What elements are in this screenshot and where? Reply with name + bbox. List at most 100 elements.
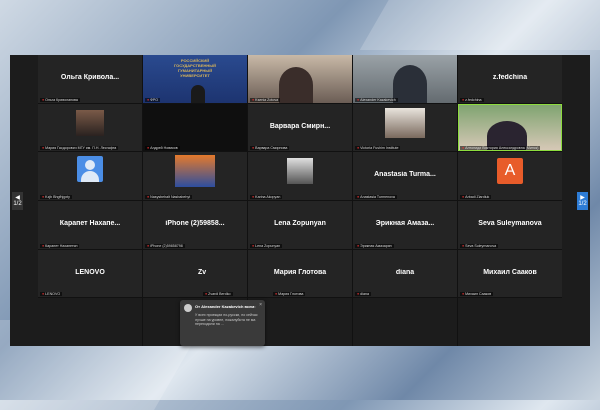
- participant-tile[interactable]: Карапет Нахапе... ●Карапет Нахапетян: [38, 201, 142, 249]
- participant-name: diana: [395, 268, 415, 276]
- mic-muted-icon: ●: [357, 195, 360, 199]
- participant-tile[interactable]: Варвара Смирн... ●Варвара Смирнова: [248, 103, 352, 152]
- mic-muted-icon: ●: [357, 292, 360, 297]
- mic-muted-icon: ●: [462, 97, 465, 102]
- video-feed: [143, 103, 247, 152]
- participant-label: ●Arbadi Ziardiuk: [460, 195, 492, 199]
- mic-muted-icon: ●: [252, 97, 255, 102]
- active-speaker-border: [458, 103, 562, 152]
- participant-tile[interactable]: Anastasia Turma... ●Anastasia Turmenova: [353, 152, 457, 200]
- participant-tile[interactable]: Ольга Кривола... ●Ольга Криволапова: [38, 55, 142, 103]
- mic-muted-icon: ●: [42, 97, 45, 102]
- previous-page-button[interactable]: ◀ 1/2: [12, 192, 23, 210]
- participant-tile[interactable]: Эрикная Амаза... ●Эрикная Амазарян: [353, 201, 457, 249]
- chat-notification[interactable]: От Alexander Kazakevich всем: У всех про…: [180, 300, 265, 346]
- participant-name: Seva Suleymanova: [478, 220, 542, 228]
- mic-muted-icon: ●: [147, 195, 150, 199]
- mic-muted-icon: ●: [42, 292, 45, 297]
- participant-name: Anastasia Turma...: [374, 171, 436, 179]
- participant-label: ●Victoria Fushim Institute: [355, 146, 401, 151]
- participant-label: ●Seva Suleymanova: [460, 243, 499, 248]
- mic-muted-icon: ●: [462, 292, 465, 297]
- person-silhouette: [279, 66, 314, 103]
- participant-tile[interactable]: ●Alexander Kazakevich: [353, 55, 457, 103]
- video-feed: [353, 55, 457, 103]
- participant-label: ●Alexander Kazakevich: [355, 97, 398, 102]
- participant-tile[interactable]: ●Антониди Виктория Александровна (Минск): [458, 103, 562, 152]
- default-avatar-icon: [77, 156, 103, 182]
- participant-tile[interactable]: ●Ksenia Zotova: [248, 55, 352, 103]
- participant-name: z.fedchina: [492, 74, 528, 82]
- participant-tile[interactable]: Zv ●Zvardi Berdko: [143, 249, 247, 298]
- mic-muted-icon: ●: [357, 243, 360, 248]
- participant-label: ●Karina Akopyan: [250, 195, 283, 199]
- participant-name: Михаил Сааков: [483, 268, 537, 276]
- empty-tile: [38, 298, 142, 346]
- participant-label: ●Kzjb Bhgfhjgxty: [40, 195, 72, 199]
- participant-label: ●iPhone (2)59858798: [145, 243, 185, 248]
- mic-muted-icon: ●: [42, 146, 45, 151]
- participant-label: ●Мария Глотова: [273, 292, 306, 297]
- gallery-grid: Ольга Кривола... ●Ольга Криволапова РОСС…: [38, 55, 562, 346]
- participant-label: ●Zvardi Berdko: [203, 292, 233, 297]
- participant-tile[interactable]: A ●Arbadi Ziardiuk: [458, 152, 562, 200]
- participant-label: ●Михаил Сааков: [460, 292, 494, 297]
- participant-tile[interactable]: ●Kzjb Bhgfhjgxty: [38, 152, 142, 200]
- participant-tile[interactable]: ●Nasysbehalt Nasbabehyt: [143, 152, 247, 200]
- mic-muted-icon: ●: [147, 243, 150, 248]
- participant-tile[interactable]: ●Karina Akopyan: [248, 152, 352, 200]
- participant-label: ●LENOVO: [40, 292, 63, 297]
- participant-label: ●Anastasia Turmenova: [355, 195, 397, 199]
- participant-label: ●ФРО: [145, 97, 161, 102]
- participant-label: ●Ksenia Zotova: [250, 97, 281, 102]
- participant-label: ●Варвара Смирнова: [250, 146, 290, 151]
- letter-avatar: A: [497, 158, 523, 185]
- participant-name: Карапет Нахапе...: [59, 220, 121, 228]
- empty-tile: [353, 298, 457, 346]
- participant-label: ●Андрей Новиков: [145, 146, 180, 151]
- participant-tile[interactable]: diana ●diana: [353, 249, 457, 298]
- close-icon[interactable]: ×: [259, 302, 262, 308]
- participant-tile[interactable]: z.fedchina ●z.fedchina: [458, 55, 562, 103]
- participant-tile[interactable]: Lena Zopunyan ●Lena Zopunyan: [248, 201, 352, 249]
- mic-muted-icon: ●: [252, 195, 255, 199]
- mic-muted-icon: ●: [252, 243, 255, 248]
- mic-muted-icon: ●: [42, 243, 45, 248]
- participant-name: Эрикная Амаза...: [375, 220, 435, 228]
- participant-tile[interactable]: Seva Suleymanova ●Seva Suleymanova: [458, 201, 562, 249]
- mic-muted-icon: ●: [462, 195, 465, 199]
- chat-notification-title: От Alexander Kazakevich всем:: [195, 304, 256, 309]
- profile-photo: [76, 109, 104, 136]
- participant-name: iPhone (2)59858...: [165, 220, 225, 228]
- mic-muted-icon: ●: [357, 97, 360, 102]
- participant-label: ●Карапет Нахапетян: [40, 243, 80, 248]
- mic-muted-icon: ●: [462, 146, 465, 151]
- mic-muted-icon: ●: [357, 146, 360, 151]
- participant-label: ●diana: [355, 292, 371, 297]
- profile-photo: [287, 158, 313, 185]
- speaker-silhouette: [190, 84, 205, 103]
- participant-name: Ольга Кривола...: [60, 74, 120, 82]
- participant-tile[interactable]: Михаил Сааков ●Михаил Сааков: [458, 249, 562, 298]
- participant-tile[interactable]: ●Мария Гасдорович МГУ им. П.Н. Лесгафта: [38, 103, 142, 152]
- mic-muted-icon: ●: [275, 292, 278, 297]
- video-feed: РОССИЙСКИЙ ГОСУДАРСТВЕННЫЙ ГУМАНИТАРНЫЙ …: [143, 55, 247, 103]
- participant-label: ●Ольга Криволапова: [40, 97, 80, 102]
- profile-photo: [385, 107, 425, 138]
- next-page-button[interactable]: ▶ 1/2: [577, 192, 588, 210]
- participant-name: Zv: [198, 268, 207, 276]
- participant-tile[interactable]: РОССИЙСКИЙ ГОСУДАРСТВЕННЫЙ ГУМАНИТАРНЫЙ …: [143, 55, 247, 103]
- mic-muted-icon: ●: [42, 195, 45, 199]
- participant-tile[interactable]: Мария Глотова ●Мария Глотова: [248, 249, 352, 298]
- participant-tile[interactable]: iPhone (2)59858... ●iPhone (2)59858798: [143, 201, 247, 249]
- participant-label: ●Эрикная Амазарян: [355, 243, 394, 248]
- participant-tile[interactable]: LENOVO ●LENOVO: [38, 249, 142, 298]
- participant-tile[interactable]: ●Victoria Fushim Institute: [353, 103, 457, 152]
- profile-photo: [175, 155, 215, 188]
- participant-name: LENOVO: [75, 268, 105, 276]
- participant-tile[interactable]: ●Андрей Новиков: [143, 103, 247, 152]
- empty-tile: [458, 298, 562, 346]
- university-logo: РОССИЙСКИЙ ГОСУДАРСТВЕННЫЙ ГУМАНИТАРНЫЙ …: [173, 58, 217, 78]
- participant-name: Lena Zopunyan: [274, 220, 326, 228]
- mic-muted-icon: ●: [252, 146, 255, 151]
